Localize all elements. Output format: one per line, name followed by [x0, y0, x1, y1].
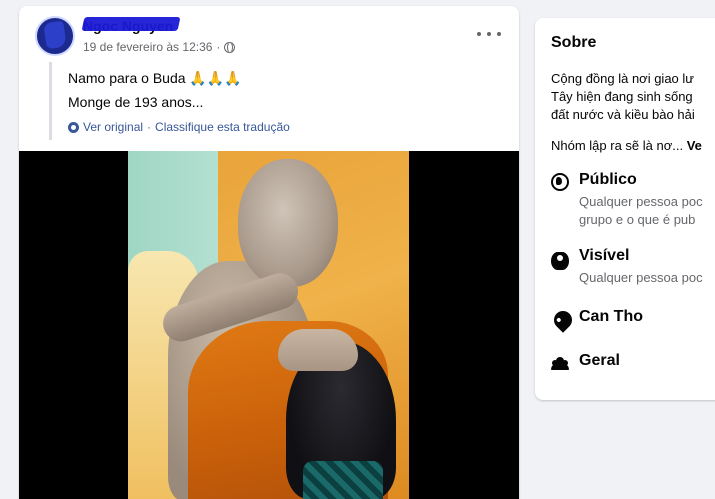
about-more-text: Nhóm lập ra sẽ là nơ... Ve: [551, 138, 702, 153]
post-timestamp[interactable]: 19 de fevereiro às 12:36: [83, 40, 212, 54]
about-more-snippet: Nhóm lập ra sẽ là nơ...: [551, 138, 684, 153]
eye-icon: [551, 252, 569, 270]
post-text-line: Monge de 193 anos...: [68, 94, 204, 110]
author-name-redaction: [81, 17, 181, 31]
see-more-link[interactable]: Ve: [687, 138, 702, 153]
info-sub: Qualquer pessoa poc grupo e o que é pub: [579, 193, 715, 229]
dot-icon: [487, 32, 491, 36]
about-title: Sobre: [551, 34, 597, 51]
location-pin-icon: [550, 307, 576, 333]
translation-separator: ·: [147, 120, 152, 134]
see-original-link[interactable]: Ver original: [83, 120, 143, 134]
dot-icon: [497, 32, 501, 36]
photo-monk-head: [238, 159, 338, 287]
more-options-button[interactable]: [477, 26, 501, 42]
post-meta: 19 de fevereiro às 12:36 ·: [83, 40, 236, 54]
globe-icon: [551, 173, 569, 191]
gear-icon: [68, 121, 79, 133]
photo-image[interactable]: [128, 151, 409, 499]
dot-icon: [477, 32, 481, 36]
about-card: Sobre Cộng đồng là nơi giao lư Tây hiện …: [535, 18, 715, 400]
info-sub-line: Qualquer pessoa poc: [579, 194, 703, 209]
photo-hand: [278, 329, 358, 371]
meta-separator: ·: [216, 40, 221, 54]
info-label: Visível: [579, 247, 630, 264]
info-label: Público: [579, 171, 637, 188]
post-photo[interactable]: [19, 151, 519, 499]
translation-bar: Ver original · Classifique esta tradução: [68, 120, 290, 134]
about-desc-line: đất nước và kiều bào hải: [551, 107, 695, 122]
globe-icon: [224, 41, 236, 53]
about-desc-line: Cộng đồng là nơi giao lư: [551, 71, 694, 86]
author-avatar[interactable]: [35, 16, 75, 56]
info-label: Geral: [579, 352, 620, 369]
post-text-line: Namo para o Buda 🙏🙏🙏: [68, 70, 242, 86]
about-description: Cộng đồng là nơi giao lư Tây hiện đang s…: [551, 70, 715, 124]
info-label[interactable]: Can Tho: [579, 308, 643, 326]
info-sub-line: grupo e o que é pub: [579, 212, 696, 227]
post-header: Ngoc Nguyen 19 de fevereiro às 12:36 ·: [19, 6, 519, 64]
people-icon: [551, 357, 569, 375]
post-card: Ngoc Nguyen 19 de fevereiro às 12:36 · N…: [19, 6, 519, 499]
photo-child-shirt: [303, 461, 383, 499]
info-sub-line: Qualquer pessoa poc: [579, 270, 703, 285]
post-text-block: Namo para o Buda 🙏🙏🙏 Monge de 193 anos..…: [49, 62, 290, 140]
rate-translation-link[interactable]: Classifique esta tradução: [155, 120, 290, 134]
info-sub: Qualquer pessoa poc: [579, 269, 715, 287]
about-desc-line: Tây hiện đang sinh sống: [551, 89, 693, 104]
